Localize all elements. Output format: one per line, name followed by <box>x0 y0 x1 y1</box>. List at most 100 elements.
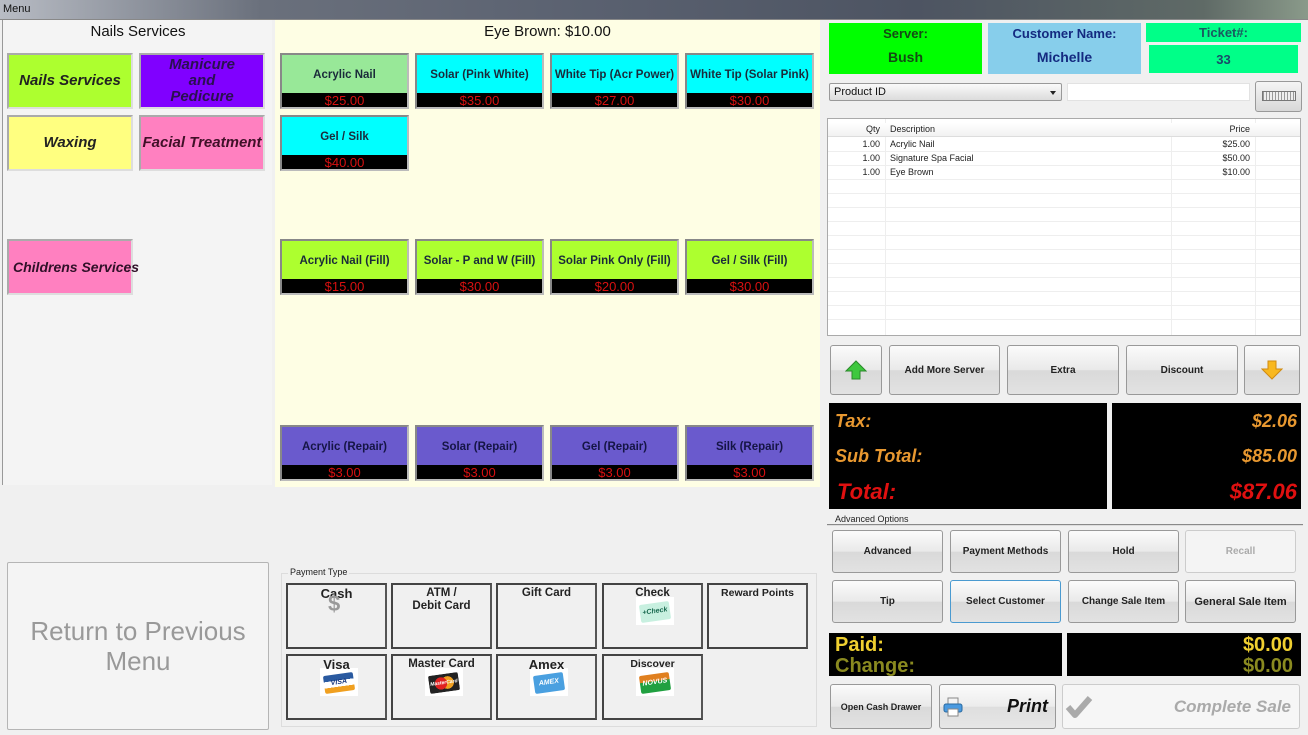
extra-button[interactable]: Extra <box>1007 345 1119 395</box>
printer-icon <box>943 697 963 717</box>
service-price: $27.00 <box>552 93 677 108</box>
complete-sale-label: Complete Sale <box>1173 697 1291 716</box>
ticket-items-grid[interactable]: Qty Description Price 1.00 Acrylic Nail $2… <box>827 118 1301 336</box>
discount-button[interactable]: Discount <box>1126 345 1238 395</box>
column-description[interactable]: Description <box>890 123 1170 136</box>
service-name: Solar (Pink White) <box>430 69 529 81</box>
service-button[interactable]: Gel (Repair) $3.00 <box>550 425 679 481</box>
ticket-row[interactable]: 1.00 Eye Brown $10.00 <box>828 166 1300 180</box>
paid-label: Paid: <box>835 634 884 656</box>
service-price: $25.00 <box>282 93 407 108</box>
pay-mastercard-button[interactable]: MasterCard Master Card <box>391 654 492 720</box>
service-price: $35.00 <box>417 93 542 108</box>
service-button[interactable]: Acrylic Nail $25.00 <box>280 53 409 109</box>
arrow-up-icon <box>845 360 867 380</box>
column-price[interactable]: Price <box>1173 123 1250 136</box>
ticket-row[interactable]: 1.00 Acrylic Nail $25.00 <box>828 138 1300 152</box>
tax-label: Tax: <box>835 411 872 431</box>
category-facial-treatment[interactable]: Facial Treatment <box>139 115 265 171</box>
ticket-cell-price: $50.00 <box>1222 153 1250 163</box>
server-value: Bush <box>888 49 923 65</box>
pay-label: Reward Points <box>721 587 794 599</box>
ticket-row[interactable] <box>828 236 1300 250</box>
pay-check-button[interactable]: +Check Check <box>602 583 703 649</box>
customer-value: Michelle <box>1036 49 1093 65</box>
advanced-advanced-button[interactable]: Advanced <box>832 530 943 573</box>
service-name: White Tip (Acr Power) <box>554 69 675 81</box>
customer-box[interactable]: Customer Name: Michelle <box>988 23 1141 74</box>
scroll-down-button[interactable] <box>1244 345 1300 395</box>
service-price: $20.00 <box>552 279 677 294</box>
column-qty[interactable]: Qty <box>828 123 880 136</box>
advanced-hold-button[interactable]: Hold <box>1068 530 1179 573</box>
service-button[interactable]: Solar (Repair) $3.00 <box>415 425 544 481</box>
pay-amex-button[interactable]: AMEX Amex <box>496 654 597 720</box>
advanced-select-customer-button[interactable]: Select Customer <box>950 580 1061 623</box>
ticket-number-text: 33 <box>1216 52 1231 67</box>
pay-cash-button[interactable]: Cash $ <box>286 583 387 649</box>
service-button[interactable]: White Tip (Solar Pink) $30.00 <box>685 53 814 109</box>
pay-atm-debit-button[interactable]: ATM / Debit Card <box>391 583 492 649</box>
ticket-row[interactable] <box>828 278 1300 292</box>
keyboard-icon <box>1262 91 1296 101</box>
service-name: Solar - P and W (Fill) <box>423 255 536 267</box>
add-more-server-button[interactable]: Add More Server <box>889 345 1000 395</box>
pay-discover-button[interactable]: NOVUS Discover <box>602 654 703 720</box>
service-name: Acrylic (Repair) <box>301 441 387 453</box>
return-to-previous-menu-button[interactable]: Return to Previous Menu <box>7 562 269 730</box>
add-more-server-label: Add More Server <box>904 364 985 376</box>
category-label: Facial Treatment <box>142 134 262 151</box>
product-lookup-select[interactable]: Product ID <box>829 83 1062 101</box>
open-cash-drawer-button[interactable]: Open Cash Drawer <box>830 684 932 729</box>
service-button[interactable]: Solar Pink Only (Fill) $20.00 <box>550 239 679 295</box>
category-nails-services[interactable]: Nails Services <box>7 53 133 109</box>
service-button[interactable]: Acrylic Nail (Fill) $15.00 <box>280 239 409 295</box>
ticket-row[interactable] <box>828 250 1300 264</box>
category-label: Manicure and Pedicure <box>169 56 235 105</box>
ticket-row[interactable] <box>828 194 1300 208</box>
keyboard-button[interactable] <box>1255 81 1302 112</box>
service-button[interactable]: Gel / Silk (Fill) $30.00 <box>685 239 814 295</box>
advanced-tip-button[interactable]: Tip <box>832 580 943 623</box>
service-button[interactable]: Silk (Repair) $3.00 <box>685 425 814 481</box>
category-label: Nails Services <box>19 72 121 89</box>
ticket-row[interactable] <box>828 306 1300 320</box>
complete-sale-button[interactable]: Complete Sale <box>1062 684 1300 729</box>
advanced-recall-button[interactable]: Recall <box>1185 530 1296 573</box>
server-box[interactable]: Server: Bush <box>829 23 982 74</box>
category-manicure-pedicure[interactable]: Manicure and Pedicure <box>139 53 265 109</box>
product-lookup-input[interactable] <box>1067 83 1250 101</box>
ticket-row[interactable] <box>828 292 1300 306</box>
pay-gift-card-button[interactable]: Gift Card <box>496 583 597 649</box>
advanced-general-sale-item-button[interactable]: General Sale Item <box>1185 580 1296 623</box>
service-price: $3.00 <box>552 465 677 480</box>
service-button[interactable]: Acrylic (Repair) $3.00 <box>280 425 409 481</box>
advanced-options-legend: Advanced Options <box>833 514 911 524</box>
service-button[interactable]: White Tip (Acr Power) $27.00 <box>550 53 679 109</box>
ticket-row[interactable] <box>828 264 1300 278</box>
advanced-button-label: Change Sale Item <box>1081 596 1166 607</box>
check-glyph: +Check <box>638 601 672 623</box>
service-name: Acrylic Nail <box>313 69 376 81</box>
ticket-row[interactable] <box>828 222 1300 236</box>
discover-glyph: NOVUS <box>638 672 672 694</box>
ticket-row[interactable] <box>828 208 1300 222</box>
service-button[interactable]: Gel / Silk $40.00 <box>280 115 409 171</box>
advanced-change-sale-item-button[interactable]: Change Sale Item <box>1068 580 1179 623</box>
pay-visa-button[interactable]: VISA Visa <box>286 654 387 720</box>
category-childrens-services[interactable]: Childrens Services <box>7 239 139 295</box>
visa-glyph: VISA <box>322 672 356 694</box>
ticket-row[interactable] <box>828 180 1300 194</box>
total-value: $87.06 <box>1229 479 1297 504</box>
category-waxing[interactable]: Waxing <box>7 115 133 171</box>
print-button[interactable]: Print <box>939 684 1056 729</box>
service-button[interactable]: Solar - P and W (Fill) $30.00 <box>415 239 544 295</box>
ticket-row[interactable]: 1.00 Signature Spa Facial $50.00 <box>828 152 1300 166</box>
service-button[interactable]: Solar (Pink White) $35.00 <box>415 53 544 109</box>
arrow-down-icon <box>1261 360 1283 380</box>
advanced-payment-methods-button[interactable]: Payment Methods <box>950 530 1061 573</box>
pay-reward-points-button[interactable]: Reward Points <box>707 583 808 649</box>
chevron-down-icon <box>1050 91 1056 95</box>
advanced-button-label: Advanced <box>863 546 912 557</box>
scroll-up-button[interactable] <box>830 345 882 395</box>
